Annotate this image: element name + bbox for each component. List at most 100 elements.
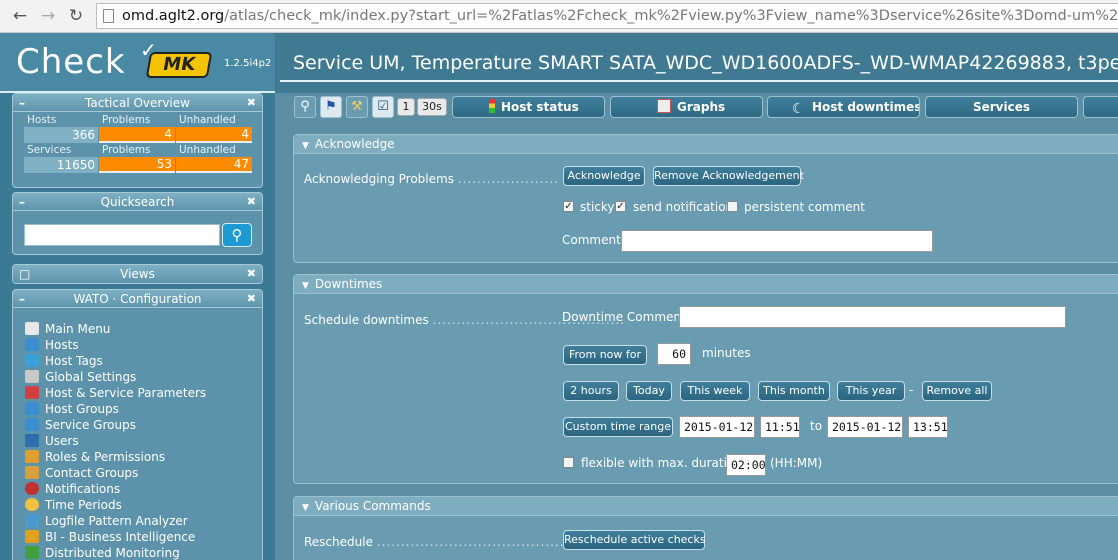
end-time-input[interactable]: 13:51 bbox=[908, 416, 948, 438]
panel-header[interactable]: ▼ Downtimes bbox=[294, 275, 1118, 294]
snapin-header[interactable]: □ Views ✖ bbox=[13, 265, 262, 283]
collapse-triangle-icon: ▼ bbox=[302, 281, 309, 291]
folder-icon bbox=[25, 338, 39, 351]
title-underline bbox=[280, 80, 1118, 82]
remove-all-button[interactable]: Remove all bbox=[922, 381, 992, 401]
dash-separator: - bbox=[909, 383, 914, 397]
hosts-unhandled-count[interactable]: 4 bbox=[176, 127, 252, 143]
back-arrow-icon[interactable]: ← bbox=[10, 6, 30, 26]
sidebar: – Tactical Overview ✖ Hosts Problems Unh… bbox=[0, 93, 275, 560]
wato-item-users[interactable]: Users bbox=[25, 433, 79, 449]
close-icon[interactable]: ✖ bbox=[247, 290, 256, 308]
wato-item-notifications[interactable]: Notifications bbox=[25, 481, 120, 497]
minutes-label: minutes bbox=[702, 346, 751, 360]
search-icon[interactable]: ⚲ bbox=[294, 96, 316, 118]
snapin-header[interactable]: – Tactical Overview ✖ bbox=[13, 94, 262, 112]
wato-item-global-settings[interactable]: Global Settings bbox=[25, 369, 136, 385]
wato-item-hosts[interactable]: Hosts bbox=[25, 337, 79, 353]
acknowledge-button[interactable]: Acknowledge bbox=[563, 166, 645, 186]
wato-item-service-groups[interactable]: Service Groups bbox=[25, 417, 136, 433]
preset-this-week-button[interactable]: This week bbox=[680, 381, 750, 401]
close-icon[interactable]: ✖ bbox=[247, 265, 256, 283]
graph-icon bbox=[657, 99, 671, 113]
panel-header[interactable]: ▼ Various Commands bbox=[294, 497, 1118, 516]
reload-icon[interactable]: ↻ bbox=[66, 6, 86, 26]
traffic-light-icon bbox=[489, 99, 495, 113]
services-count[interactable]: 11650 bbox=[24, 157, 98, 173]
search-icon[interactable]: ⚲ bbox=[222, 223, 252, 247]
to-label: to bbox=[810, 419, 823, 433]
contact-groups-icon bbox=[25, 466, 39, 479]
tab-overflow[interactable] bbox=[1083, 96, 1118, 118]
snapin-title: Tactical Overview bbox=[85, 96, 190, 110]
tab-graphs[interactable]: Graphs bbox=[610, 96, 763, 118]
commands-icon[interactable]: ⚑ bbox=[320, 96, 342, 118]
ack-row-label: Acknowledging Problems .................… bbox=[304, 172, 559, 186]
tab-services[interactable]: Services bbox=[925, 96, 1078, 118]
preset-this-year-button[interactable]: This year bbox=[837, 381, 905, 401]
snapin-header[interactable]: – Quicksearch ✖ bbox=[13, 193, 262, 211]
minimize-icon[interactable]: – bbox=[19, 193, 25, 211]
end-date-input[interactable]: 2015-01-12 bbox=[827, 416, 903, 438]
tab-host-status[interactable]: Host status bbox=[452, 96, 605, 118]
services-problems-count[interactable]: 53 bbox=[99, 157, 175, 173]
snapin-title: Quicksearch bbox=[100, 195, 175, 209]
wato-item-parameters[interactable]: Host & Service Parameters bbox=[25, 385, 206, 401]
minimize-icon[interactable]: – bbox=[19, 94, 25, 112]
wato-item-contact-groups[interactable]: Contact Groups bbox=[25, 465, 138, 481]
page-title: Service UM, Temperature SMART SATA_WDC_W… bbox=[293, 52, 1118, 74]
minimize-icon[interactable]: – bbox=[19, 290, 25, 308]
panel-downtimes: ▼ Downtimes Schedule downtimes ..........… bbox=[293, 274, 1118, 484]
hosts-problems-count[interactable]: 4 bbox=[99, 127, 175, 143]
snapin-header[interactable]: – WATO · Configuration ✖ bbox=[13, 290, 262, 308]
tab-host-downtimes[interactable]: ☾ Host downtimes bbox=[767, 96, 920, 118]
remove-acknowledgement-button[interactable]: Remove Acknowledgement bbox=[653, 166, 804, 186]
preset-this-month-button[interactable]: This month bbox=[758, 381, 830, 401]
snapin-wato: – WATO · Configuration ✖ Main Menu Hosts… bbox=[12, 289, 263, 560]
max-duration-input[interactable]: 02:00 bbox=[726, 454, 766, 476]
wato-item-time-periods[interactable]: Time Periods bbox=[25, 497, 122, 513]
send-notification-checkbox[interactable]: ✓ bbox=[615, 201, 626, 212]
flexible-checkbox[interactable] bbox=[563, 457, 574, 468]
reschedule-active-checks-button[interactable]: Reschedule active checks bbox=[563, 530, 706, 550]
collapse-triangle-icon: ▼ bbox=[302, 141, 309, 151]
hammer-icon[interactable]: ⚒ bbox=[346, 96, 368, 118]
from-now-button[interactable]: From now for bbox=[563, 345, 647, 365]
preset-today-button[interactable]: Today bbox=[626, 381, 672, 401]
wato-item-logfile-analyzer[interactable]: Logfile Pattern Analyzer bbox=[25, 513, 188, 529]
wato-item-main-menu[interactable]: Main Menu bbox=[25, 321, 110, 337]
panel-header[interactable]: ▼ Acknowledge bbox=[294, 135, 1118, 154]
checkbox-icon[interactable]: ☑ bbox=[372, 96, 394, 118]
downtime-comment-input[interactable] bbox=[679, 306, 1066, 328]
moon-icon: ☾ bbox=[792, 101, 805, 117]
minutes-input[interactable]: 60 bbox=[657, 343, 691, 365]
url-text: omd.aglt2.org/atlas/check_mk/index.py?st… bbox=[122, 8, 1118, 24]
quicksearch-input[interactable] bbox=[24, 224, 220, 246]
wato-item-bi[interactable]: BI - Business Intelligence bbox=[25, 529, 195, 545]
persistent-comment-checkbox[interactable] bbox=[727, 201, 738, 212]
custom-time-range-button[interactable]: Custom time range bbox=[563, 417, 673, 437]
wato-item-host-groups[interactable]: Host Groups bbox=[25, 401, 119, 417]
maximize-icon[interactable]: □ bbox=[19, 265, 30, 283]
version-label: 1.2.5i4p2 bbox=[224, 58, 272, 69]
sticky-checkbox[interactable]: ✓ bbox=[563, 201, 574, 212]
tactical-table: Hosts Problems Unhandled 366 4 4 Service… bbox=[23, 113, 253, 173]
start-date-input[interactable]: 2015-01-12 bbox=[679, 416, 755, 438]
logfile-icon bbox=[25, 514, 39, 527]
refresh-interval[interactable]: 30s bbox=[417, 98, 447, 116]
preset-2-hours-button[interactable]: 2 hours bbox=[563, 381, 619, 401]
wato-item-host-tags[interactable]: Host Tags bbox=[25, 353, 103, 369]
start-time-input[interactable]: 11:51 bbox=[760, 416, 800, 438]
close-icon[interactable]: ✖ bbox=[247, 193, 256, 211]
refresh-count[interactable]: 1 bbox=[397, 98, 415, 116]
hosts-count[interactable]: 366 bbox=[24, 127, 98, 143]
service-groups-icon bbox=[25, 418, 39, 431]
collapse-triangle-icon: ▼ bbox=[302, 503, 309, 513]
close-icon[interactable]: ✖ bbox=[247, 94, 256, 112]
services-unhandled-count[interactable]: 47 bbox=[176, 157, 252, 173]
wato-item-roles[interactable]: Roles & Permissions bbox=[25, 449, 165, 465]
forward-arrow-icon[interactable]: → bbox=[38, 6, 58, 26]
wato-item-distributed-monitoring[interactable]: Distributed Monitoring bbox=[25, 545, 180, 560]
comment-input[interactable] bbox=[621, 230, 933, 252]
address-bar[interactable]: omd.aglt2.org/atlas/check_mk/index.py?st… bbox=[96, 3, 1118, 29]
